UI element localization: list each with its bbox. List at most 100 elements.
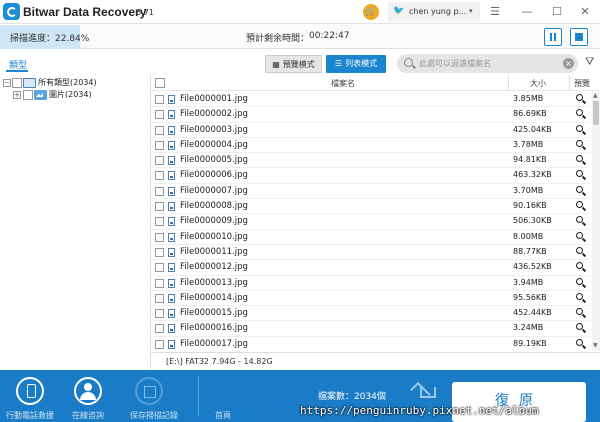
table-row[interactable]: File0000013.jpg 3.94MB (151, 276, 590, 291)
tree-item-images[interactable]: + 圖片(2034) (0, 89, 150, 101)
pause-button[interactable] (544, 28, 562, 46)
scroll-down-icon[interactable]: ▼ (593, 342, 598, 349)
tree-item-all-types[interactable]: − 所有類型(2034) (0, 77, 150, 89)
home-button[interactable]: 首頁 (205, 370, 436, 422)
search-input[interactable] (419, 56, 559, 71)
file-name: File0000011.jpg (180, 246, 248, 257)
table-row[interactable]: File0000002.jpg 86.69KB (151, 107, 590, 123)
preview-icon[interactable] (575, 277, 585, 288)
table-row[interactable]: File0000003.jpg 425.04KB (151, 123, 590, 138)
collapse-icon[interactable]: − (3, 79, 11, 87)
row-checkbox[interactable] (155, 324, 164, 334)
preview-icon[interactable] (575, 94, 585, 104)
column-header-name[interactable]: 檔案名 (331, 78, 355, 89)
clear-search-icon[interactable]: × (563, 58, 574, 69)
row-checkbox[interactable] (155, 247, 164, 257)
maximize-button[interactable]: ☐ (549, 4, 565, 20)
menu-icon[interactable]: ☰ (487, 4, 503, 20)
row-checkbox[interactable] (155, 232, 164, 242)
table-row[interactable]: File0000004.jpg 3.78MB (151, 138, 590, 154)
app-version: 6.71 (136, 8, 154, 17)
app-title: Bitwar Data Recovery (23, 5, 147, 19)
tree-checkbox[interactable] (23, 90, 33, 100)
table-row[interactable]: File0000014.jpg 95.56KB (151, 291, 590, 307)
tree-checkbox[interactable] (12, 78, 22, 88)
image-folder-icon (34, 90, 47, 100)
tree-label: 圖片(2034) (49, 90, 92, 99)
preview-icon[interactable] (575, 201, 585, 211)
preview-icon[interactable] (575, 292, 585, 303)
row-checkbox[interactable] (155, 217, 164, 227)
table-row[interactable]: File0000012.jpg 436.52KB (151, 260, 590, 276)
user-account-button[interactable]: 🐦 chen yung p... ▾ (388, 2, 480, 22)
file-size: 3.78MB (513, 139, 544, 149)
image-file-icon (168, 186, 175, 196)
file-size: 3.24MB (513, 323, 544, 333)
image-file-icon (168, 125, 175, 135)
preview-icon[interactable] (575, 109, 585, 119)
online-support-button[interactable]: 在線咨詢 (62, 370, 122, 422)
preview-icon[interactable] (575, 139, 585, 150)
table-row[interactable]: File0000015.jpg 452.44KB (151, 306, 590, 322)
preview-icon[interactable] (575, 170, 585, 180)
preview-icon[interactable] (575, 323, 585, 333)
filter-icon[interactable]: ⛛ (585, 56, 597, 68)
row-checkbox[interactable] (155, 110, 164, 120)
vertical-scrollbar[interactable]: ▲ ▼ (592, 92, 600, 351)
preview-icon[interactable] (575, 308, 585, 318)
preview-icon[interactable] (575, 216, 585, 226)
preview-icon[interactable] (575, 262, 585, 272)
magnifier-icon (576, 185, 583, 193)
preview-icon[interactable] (575, 246, 585, 257)
file-size: 3.94MB (513, 277, 544, 287)
preview-icon[interactable] (575, 185, 585, 196)
row-checkbox[interactable] (155, 278, 164, 288)
row-checkbox[interactable] (155, 171, 164, 181)
table-row[interactable]: File0000008.jpg 90.16KB (151, 199, 590, 215)
row-checkbox[interactable] (155, 95, 164, 104)
table-row[interactable]: File0000001.jpg 3.85MB (151, 92, 590, 108)
file-count: 檔案數：2034個 (318, 392, 386, 402)
table-row[interactable]: File0000017.jpg 89.19KB (151, 337, 590, 351)
preview-icon[interactable] (575, 124, 585, 135)
row-checkbox[interactable] (155, 140, 164, 150)
image-file-icon (168, 156, 175, 166)
table-row[interactable]: File0000005.jpg 94.81KB (151, 153, 590, 169)
file-name: File0000002.jpg (180, 109, 248, 120)
mobile-recovery-button[interactable]: 行動電話救援 (0, 370, 60, 422)
preview-icon[interactable] (575, 231, 585, 242)
save-scan-record-label: 保存掃描記錄 (130, 411, 178, 420)
online-support-label: 在線咨詢 (72, 411, 104, 420)
preview-mode-button[interactable]: ▦ 預覽模式 (265, 55, 322, 73)
magnifier-icon (576, 338, 583, 346)
row-checkbox[interactable] (155, 293, 164, 303)
row-checkbox[interactable] (155, 309, 164, 319)
table-row[interactable]: File0000016.jpg 3.24MB (151, 321, 590, 337)
drive-info-bar: [E:\] FAT32 7.94G - 14.82G (151, 352, 600, 370)
save-scan-record-button[interactable]: 保存掃描記錄 (128, 370, 188, 422)
stop-button[interactable] (570, 28, 588, 46)
column-header-size[interactable]: 大小 (530, 78, 546, 89)
preview-icon[interactable] (575, 155, 585, 165)
minimize-button[interactable]: — (519, 4, 535, 20)
table-row[interactable]: File0000011.jpg 88.77KB (151, 245, 590, 261)
table-row[interactable]: File0000006.jpg 463.32KB (151, 168, 590, 184)
expand-icon[interactable]: + (13, 91, 21, 99)
list-mode-button[interactable]: ☰ 列表模式 (326, 55, 386, 73)
preview-icon[interactable] (575, 338, 585, 349)
file-size: 88.77KB (513, 246, 547, 256)
scroll-up-icon[interactable]: ▲ (593, 92, 598, 99)
select-all-checkbox[interactable] (155, 78, 165, 88)
table-row[interactable]: File0000007.jpg 3.70MB (151, 184, 590, 200)
row-checkbox[interactable] (155, 125, 164, 135)
scrollbar-thumb[interactable] (593, 101, 599, 125)
row-checkbox[interactable] (155, 263, 164, 273)
close-button[interactable]: ✕ (577, 4, 593, 20)
table-row[interactable]: File0000009.jpg 506.30KB (151, 214, 590, 230)
cart-icon[interactable]: 🛒 (363, 4, 379, 20)
row-checkbox[interactable] (155, 156, 164, 166)
row-checkbox[interactable] (155, 339, 164, 349)
table-row[interactable]: File0000010.jpg 8.00MB (151, 230, 590, 245)
row-checkbox[interactable] (155, 186, 164, 196)
row-checkbox[interactable] (155, 202, 164, 212)
